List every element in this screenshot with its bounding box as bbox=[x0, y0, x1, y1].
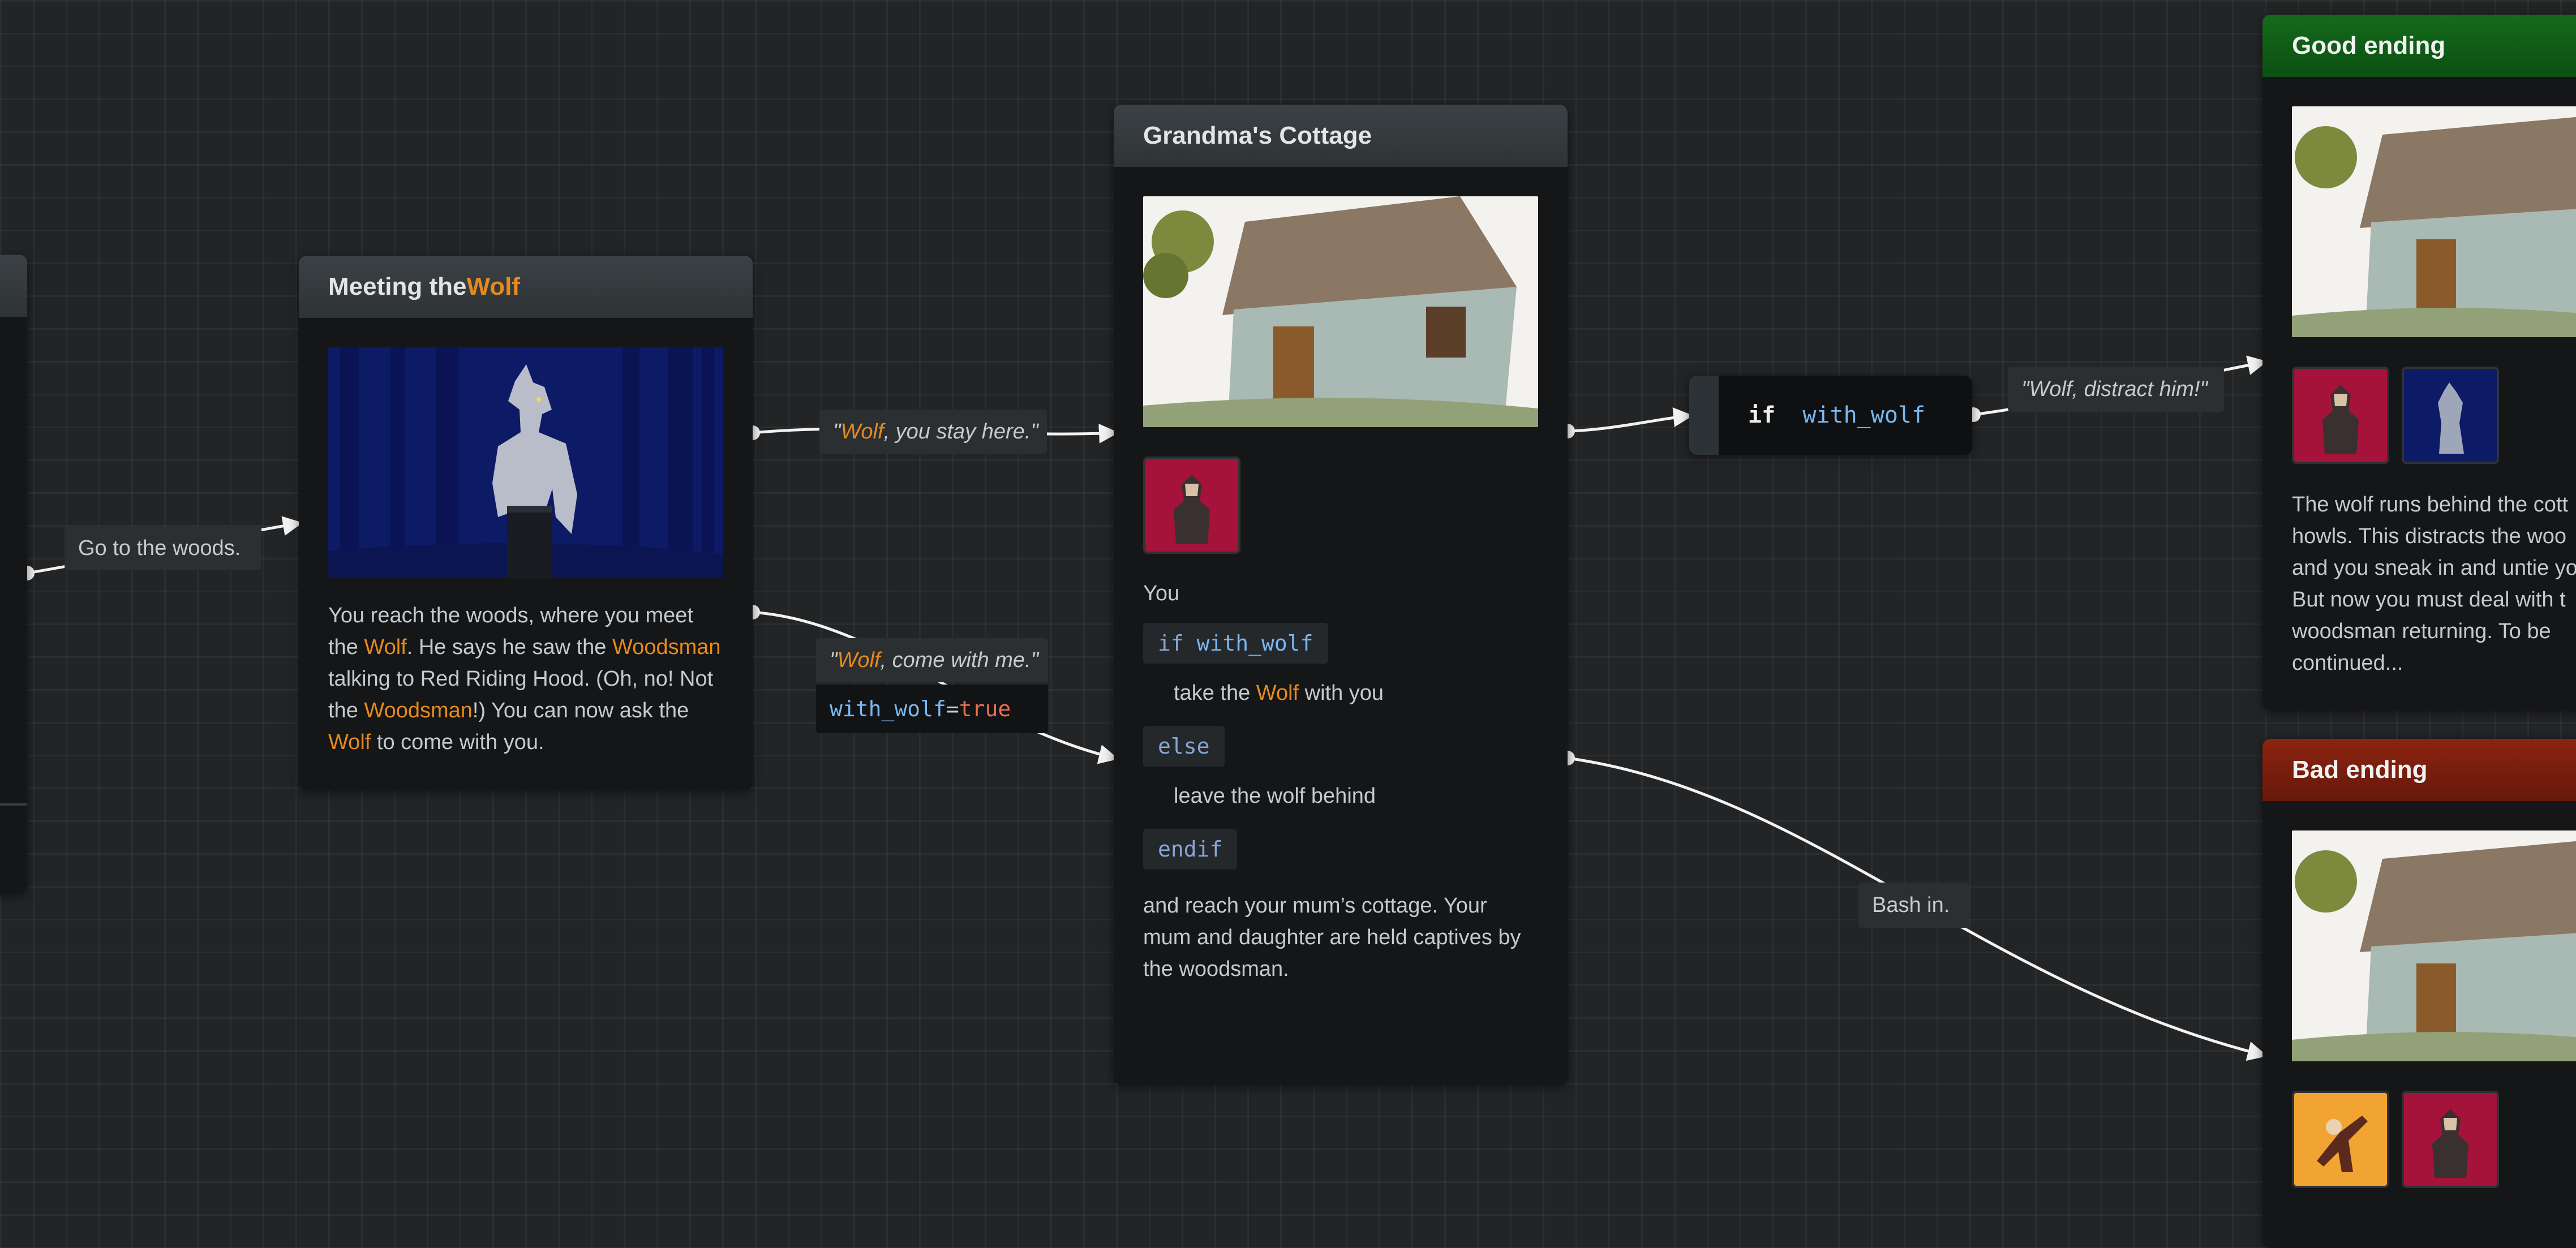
node-bad-ending[interactable]: Bad ending bbox=[2262, 739, 2576, 1248]
else-block: else bbox=[1143, 726, 1225, 767]
good-ending-text: The wolf runs behind the cott howls. Thi… bbox=[2292, 493, 2576, 675]
edge-label-wolf-come[interactable]: " Wolf, come with me." bbox=[816, 638, 1048, 682]
node-meeting-the-wolf[interactable]: Meeting the Wolf You reach the woods, wh… bbox=[299, 256, 753, 790]
wire-cottage-to-condition bbox=[1567, 407, 1693, 433]
edge-label-wolf-stay[interactable]: " Wolf, you stay here." bbox=[819, 410, 1047, 454]
if-block: if with_wolf bbox=[1143, 623, 1328, 664]
branch-leave-wolf: leave the wolf behind bbox=[1174, 784, 1376, 808]
edge-label-wolf-distract[interactable]: "Wolf, distract him!" bbox=[2008, 367, 2224, 412]
edge-label-go-to-woods[interactable]: Go to the woods. bbox=[65, 526, 261, 570]
previous-node[interactable] bbox=[0, 255, 27, 894]
edge-label-bash-in[interactable]: Bash in. bbox=[1858, 883, 1969, 928]
kicking-fighter-thumb[interactable] bbox=[2292, 1091, 2389, 1188]
stone-cottage-image bbox=[2292, 106, 2576, 337]
node-good-ending[interactable]: Good ending The wolf runs behind the cot… bbox=[2262, 15, 2576, 711]
you-label: You bbox=[1143, 582, 1180, 605]
woodsman-portrait-thumb[interactable] bbox=[2292, 367, 2389, 464]
condition-node-handle[interactable] bbox=[1689, 376, 1719, 455]
werewolf-portrait-thumb[interactable] bbox=[2402, 367, 2499, 464]
node-title: Bad ending bbox=[2262, 739, 2576, 801]
node-title: Grandma's Cottage bbox=[1114, 105, 1568, 167]
branch-take-wolf: take the Wolf with you bbox=[1174, 681, 1384, 705]
condition-node[interactable]: if with_wolf bbox=[1689, 376, 1972, 455]
werewolf-portrait-image bbox=[328, 347, 723, 578]
assignment-with-wolf-true: with_wolf = true bbox=[816, 685, 1048, 733]
woodsman-portrait-thumb[interactable] bbox=[1143, 457, 1240, 554]
meeting-wolf-text: You reach the woods, where you meet the … bbox=[328, 604, 721, 754]
endif-block: endif bbox=[1143, 829, 1238, 870]
cottage-outro-text: and reach your mum’s cottage. Your mum a… bbox=[1143, 894, 1521, 981]
node-grandmas-cottage[interactable]: Grandma's Cottage You if with_wolf take … bbox=[1114, 105, 1568, 1085]
stone-cottage-image bbox=[2292, 830, 2576, 1061]
node-title: Good ending bbox=[2262, 15, 2576, 77]
stone-cottage-image bbox=[1143, 196, 1538, 427]
woodsman-portrait-thumb[interactable] bbox=[2402, 1091, 2499, 1188]
node-title: Meeting the Wolf bbox=[299, 256, 753, 318]
